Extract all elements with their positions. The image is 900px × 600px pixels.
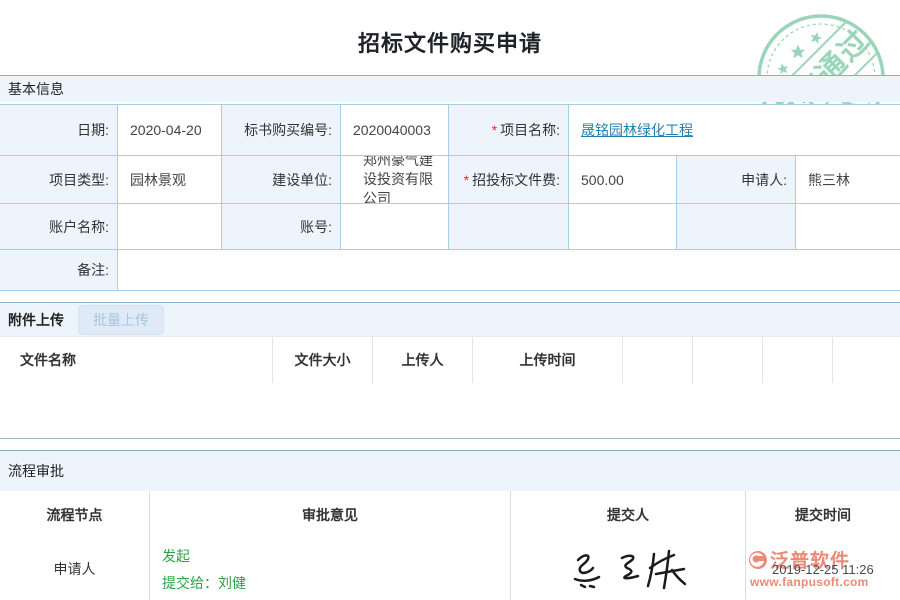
- applicant-label: 申请人:: [677, 156, 796, 204]
- col-flow-node: 流程节点: [0, 491, 150, 538]
- approval-opinion-cell: 发起 提交给：刘健: [150, 538, 511, 600]
- build-unit-label: 建设单位:: [222, 156, 341, 204]
- section-approval-title: 流程审批: [8, 461, 64, 481]
- empty-label-cell: [677, 204, 796, 250]
- section-approval: 流程审批: [0, 450, 900, 491]
- remark-value: [118, 250, 900, 291]
- page-title: 招标文件购买申请: [0, 26, 900, 58]
- empty-value-cell: [569, 204, 677, 250]
- submitter-signature-cell: [511, 538, 746, 600]
- empty-value-cell: [796, 204, 900, 250]
- submit-time-value: 2019-12-25 11:26: [772, 562, 874, 577]
- approval-submit-to: 提交给：刘健: [162, 573, 246, 593]
- section-attachments-title: 附件上传: [8, 310, 64, 330]
- col-file-name: 文件名称: [0, 337, 273, 383]
- approval-table-header: 流程节点 审批意见 提交人 提交时间: [0, 491, 900, 539]
- col-empty: [623, 337, 693, 383]
- account-no-label: 账号:: [222, 204, 341, 250]
- col-empty: [693, 337, 763, 383]
- build-unit-value: 郑州豪气建设投资有限公司: [341, 156, 449, 204]
- account-name-value: [118, 204, 222, 250]
- purchase-no-label: 标书购买编号:: [222, 105, 341, 156]
- account-no-value: [341, 204, 449, 250]
- flow-node-cell: 申请人: [0, 538, 150, 600]
- attachments-table-header: 文件名称 文件大小 上传人 上传时间: [0, 337, 900, 384]
- handwritten-signature: [566, 546, 690, 592]
- account-name-label: 账户名称:: [0, 204, 118, 250]
- col-empty: [833, 337, 900, 383]
- col-submitter: 提交人: [511, 491, 746, 538]
- project-type-value: 园林景观: [118, 156, 222, 204]
- date-label: 日期:: [0, 105, 118, 156]
- vendor-url: www.fanpusoft.com: [750, 575, 900, 589]
- col-submit-time: 提交时间: [746, 491, 900, 538]
- col-uploader: 上传人: [373, 337, 473, 383]
- project-name-value: 晟铭园林绿化工程: [569, 105, 900, 156]
- col-empty: [763, 337, 833, 383]
- batch-upload-button[interactable]: 批量上传: [78, 305, 164, 335]
- col-file-size: 文件大小: [273, 337, 373, 383]
- project-name-link[interactable]: 晟铭园林绿化工程: [581, 120, 693, 140]
- project-type-label: 项目类型:: [0, 156, 118, 204]
- col-approval-opinion: 审批意见: [150, 491, 511, 538]
- project-name-label: * 项目名称:: [449, 105, 569, 156]
- vendor-logo-icon: [748, 550, 768, 570]
- approval-table-row: 申请人 发起 提交给：刘健: [0, 538, 900, 600]
- section-attachments: 附件上传 批量上传: [0, 302, 900, 337]
- empty-label-cell: [449, 204, 569, 250]
- basic-info-table: 日期: 2020-04-20 标书购买编号: 2020040003 * 项目名称…: [0, 104, 900, 291]
- bid-doc-purchase-page: { "title": "招标文件购买申请", "stamp": { "text"…: [0, 0, 900, 600]
- applicant-value: 熊三林: [796, 156, 900, 204]
- required-mark: *: [464, 172, 469, 188]
- required-mark: *: [492, 122, 497, 138]
- fee-value: 500.00: [569, 156, 677, 204]
- fee-label: * 招投标文件费:: [449, 156, 569, 204]
- section-basic-title: 基本信息: [8, 79, 64, 99]
- col-upload-time: 上传时间: [473, 337, 623, 383]
- approval-action: 发起: [162, 546, 190, 566]
- purchase-no-value: 2020040003: [341, 105, 449, 156]
- section-basic-info: 基本信息: [0, 75, 900, 102]
- attachments-table-body: [0, 383, 900, 439]
- submit-time-cell: 泛普软件 www.fanpusoft.com 2019-12-25 11:26: [746, 538, 900, 600]
- date-value: 2020-04-20: [118, 105, 222, 156]
- remark-label: 备注:: [0, 250, 118, 291]
